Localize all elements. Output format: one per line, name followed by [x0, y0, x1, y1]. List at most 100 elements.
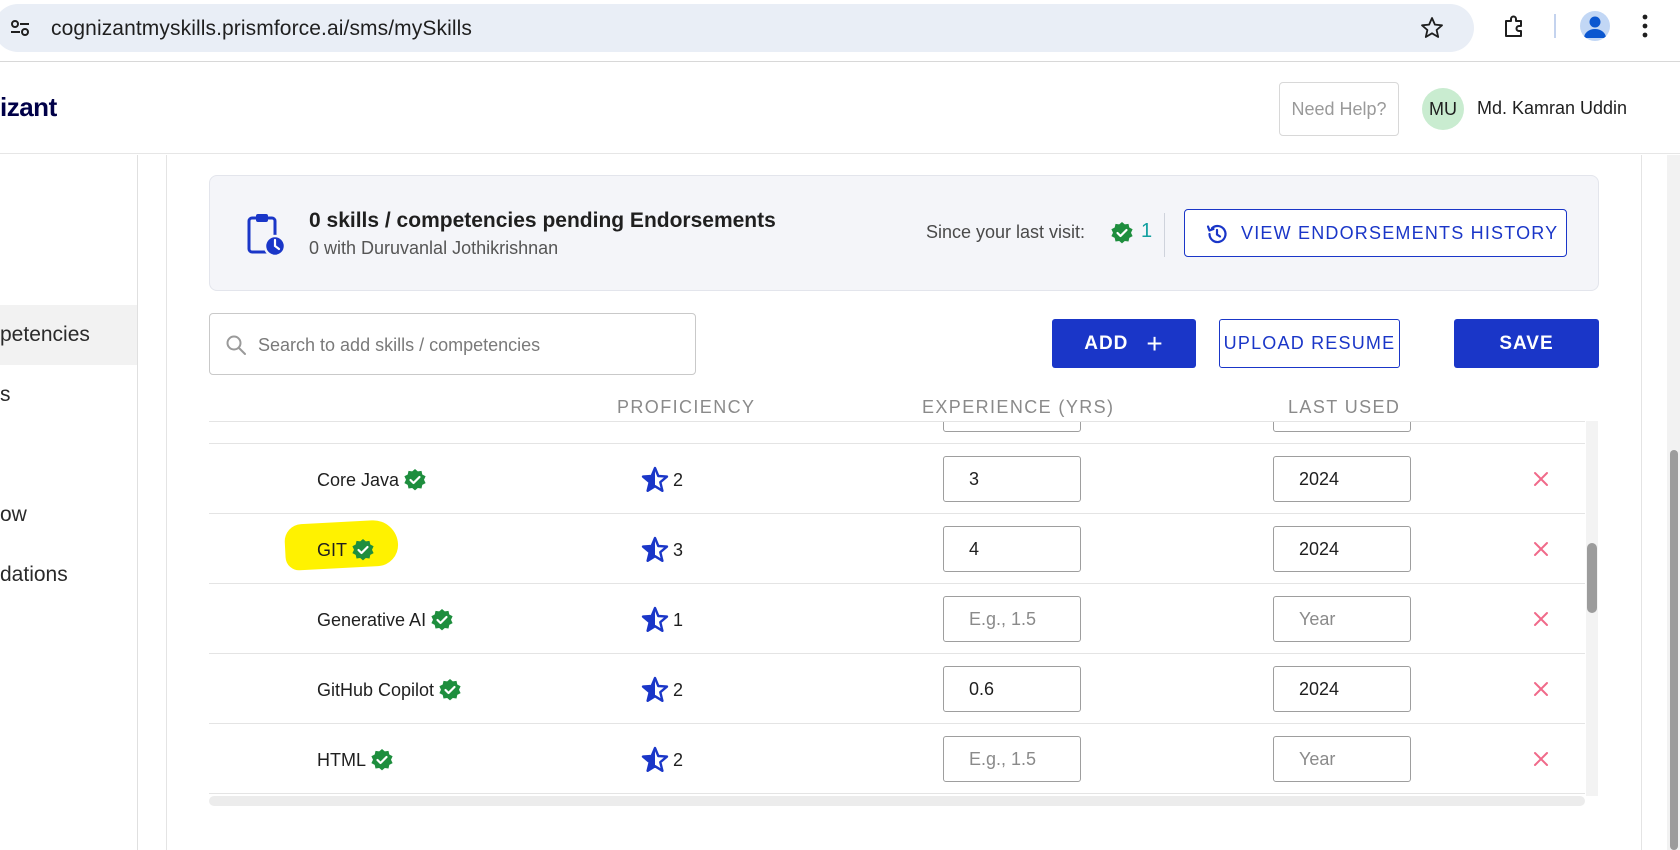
skill-name: GitHub Copilot [317, 678, 462, 702]
experience-input[interactable] [943, 736, 1081, 782]
address-bar[interactable]: cognizantmyskills.prismforce.ai/sms/mySk… [0, 4, 1474, 52]
since-last-visit-count: 1 [1141, 220, 1153, 242]
table-row: GitHub Copilot 2 [209, 654, 1585, 724]
content-divider [166, 155, 167, 850]
skill-label: GIT [317, 539, 347, 560]
star-icon[interactable] [641, 606, 669, 634]
table-scrollbar-thumb[interactable] [1587, 543, 1597, 613]
content-divider [1641, 155, 1642, 850]
table-horizontal-scrollbar[interactable] [209, 796, 1585, 806]
close-icon[interactable] [1531, 539, 1551, 559]
experience-input[interactable] [943, 526, 1081, 572]
add-button-label: ADD [1084, 332, 1129, 354]
skill-label: GitHub Copilot [317, 679, 435, 700]
proficiency-value: 3 [673, 539, 684, 560]
star-icon[interactable] [641, 466, 669, 494]
save-button[interactable]: SAVE [1454, 319, 1599, 368]
star-icon[interactable] [641, 746, 669, 774]
skill-name: GIT [317, 538, 375, 562]
close-icon[interactable] [1531, 679, 1551, 699]
extensions-icon[interactable] [1502, 13, 1528, 39]
experience-input[interactable] [943, 596, 1081, 642]
proficiency-value: 2 [673, 679, 684, 700]
verified-badge-icon [431, 609, 453, 631]
bookmark-star-icon[interactable] [1420, 16, 1444, 40]
more-menu-icon[interactable] [1642, 14, 1648, 38]
sidebar-item-recommendations[interactable]: dations [0, 545, 137, 605]
column-header-experience: EXPERIENCE (YRS) [922, 397, 1115, 417]
add-button[interactable]: ADD + [1052, 319, 1196, 368]
brand-logo[interactable]: izant [0, 92, 57, 123]
table-row: Generative AI 1 [209, 584, 1585, 654]
search-icon [226, 335, 246, 355]
skill-label: Generative AI [317, 609, 427, 630]
clipboard-clock-icon [247, 214, 286, 258]
site-settings-icon[interactable] [8, 16, 32, 40]
table-row [209, 422, 1585, 444]
skill-search-box[interactable] [209, 313, 696, 375]
need-help-button[interactable]: Need Help? [1279, 82, 1399, 136]
app-header: izant Need Help? MU Md. Kamran Uddin [0, 62, 1680, 154]
user-name[interactable]: Md. Kamran Uddin [1477, 98, 1627, 119]
star-icon[interactable] [641, 676, 669, 704]
proficiency-rating: 1 [641, 606, 683, 634]
skill-label: Core Java [317, 469, 400, 490]
proficiency-rating: 2 [641, 466, 683, 494]
plus-icon: + [1146, 327, 1164, 359]
history-button-label: VIEW ENDORSEMENTS HISTORY [1241, 222, 1559, 243]
last-used-input[interactable] [1273, 666, 1411, 712]
last-used-input[interactable] [1273, 736, 1411, 782]
skill-name: Generative AI [317, 608, 454, 632]
column-header-proficiency: PROFICIENCY [617, 397, 756, 417]
verified-badge-icon [352, 539, 374, 561]
page-scrollbar-thumb[interactable] [1670, 450, 1678, 850]
close-icon[interactable] [1531, 609, 1551, 629]
view-endorsements-history-button[interactable]: VIEW ENDORSEMENTS HISTORY [1184, 209, 1567, 257]
star-icon[interactable] [641, 536, 669, 564]
table-row: Core Java 2 [209, 444, 1585, 514]
verified-badge-icon [1111, 222, 1133, 244]
pending-endorsements-subtitle: 0 with Duruvanlal Jothikrishnan [309, 238, 559, 258]
skill-name: HTML [317, 748, 394, 772]
last-used-input[interactable] [1273, 526, 1411, 572]
pending-endorsements-title: 0 skills / competencies pending Endorsem… [309, 209, 776, 232]
close-icon[interactable] [1531, 749, 1551, 769]
experience-input[interactable] [943, 456, 1081, 502]
close-icon[interactable] [1531, 469, 1551, 489]
column-header-last-used: LAST USED [1288, 397, 1401, 417]
history-icon [1206, 224, 1227, 244]
avatar[interactable]: MU [1422, 88, 1464, 130]
last-used-input[interactable] [1273, 596, 1411, 642]
skill-label: HTML [317, 749, 366, 770]
experience-input[interactable] [943, 422, 1081, 432]
table-row: GIT 3 [209, 514, 1585, 584]
last-used-input[interactable] [1273, 422, 1411, 432]
proficiency-rating: 3 [641, 536, 683, 564]
skill-name: Core Java [317, 468, 427, 492]
sidebar-item-2[interactable]: s [0, 365, 137, 425]
since-last-visit-label: Since your last visit: [926, 222, 1086, 242]
proficiency-rating: 2 [641, 676, 683, 704]
browser-toolbar: cognizantmyskills.prismforce.ai/sms/mySk… [0, 0, 1680, 62]
upload-resume-button[interactable]: UPLOAD RESUME [1219, 319, 1400, 368]
toolbar-divider [1554, 14, 1556, 38]
endorsement-banner: 0 skills / competencies pending Endorsem… [209, 175, 1599, 291]
last-used-input[interactable] [1273, 456, 1411, 502]
proficiency-rating: 2 [641, 746, 683, 774]
verified-badge-icon [371, 749, 393, 771]
profile-icon[interactable] [1580, 11, 1610, 41]
banner-divider [1164, 213, 1165, 257]
url-text[interactable]: cognizantmyskills.prismforce.ai/sms/mySk… [51, 17, 472, 41]
table-row: HTML 2 [209, 724, 1585, 794]
search-input[interactable] [258, 330, 678, 360]
verified-badge-icon [404, 469, 426, 491]
proficiency-value: 2 [673, 469, 684, 490]
sidebar-item-3[interactable]: ow [0, 485, 137, 545]
sidebar-item-competencies[interactable]: petencies [0, 305, 137, 365]
verified-badge-icon [439, 679, 461, 701]
proficiency-value: 2 [673, 749, 684, 770]
experience-input[interactable] [943, 666, 1081, 712]
skills-table: Core Java 2 GIT 3 Generative AI 1 GitHub Copil… [209, 421, 1585, 796]
proficiency-value: 1 [673, 609, 684, 630]
sidebar: petencies s ow dations [0, 155, 138, 850]
